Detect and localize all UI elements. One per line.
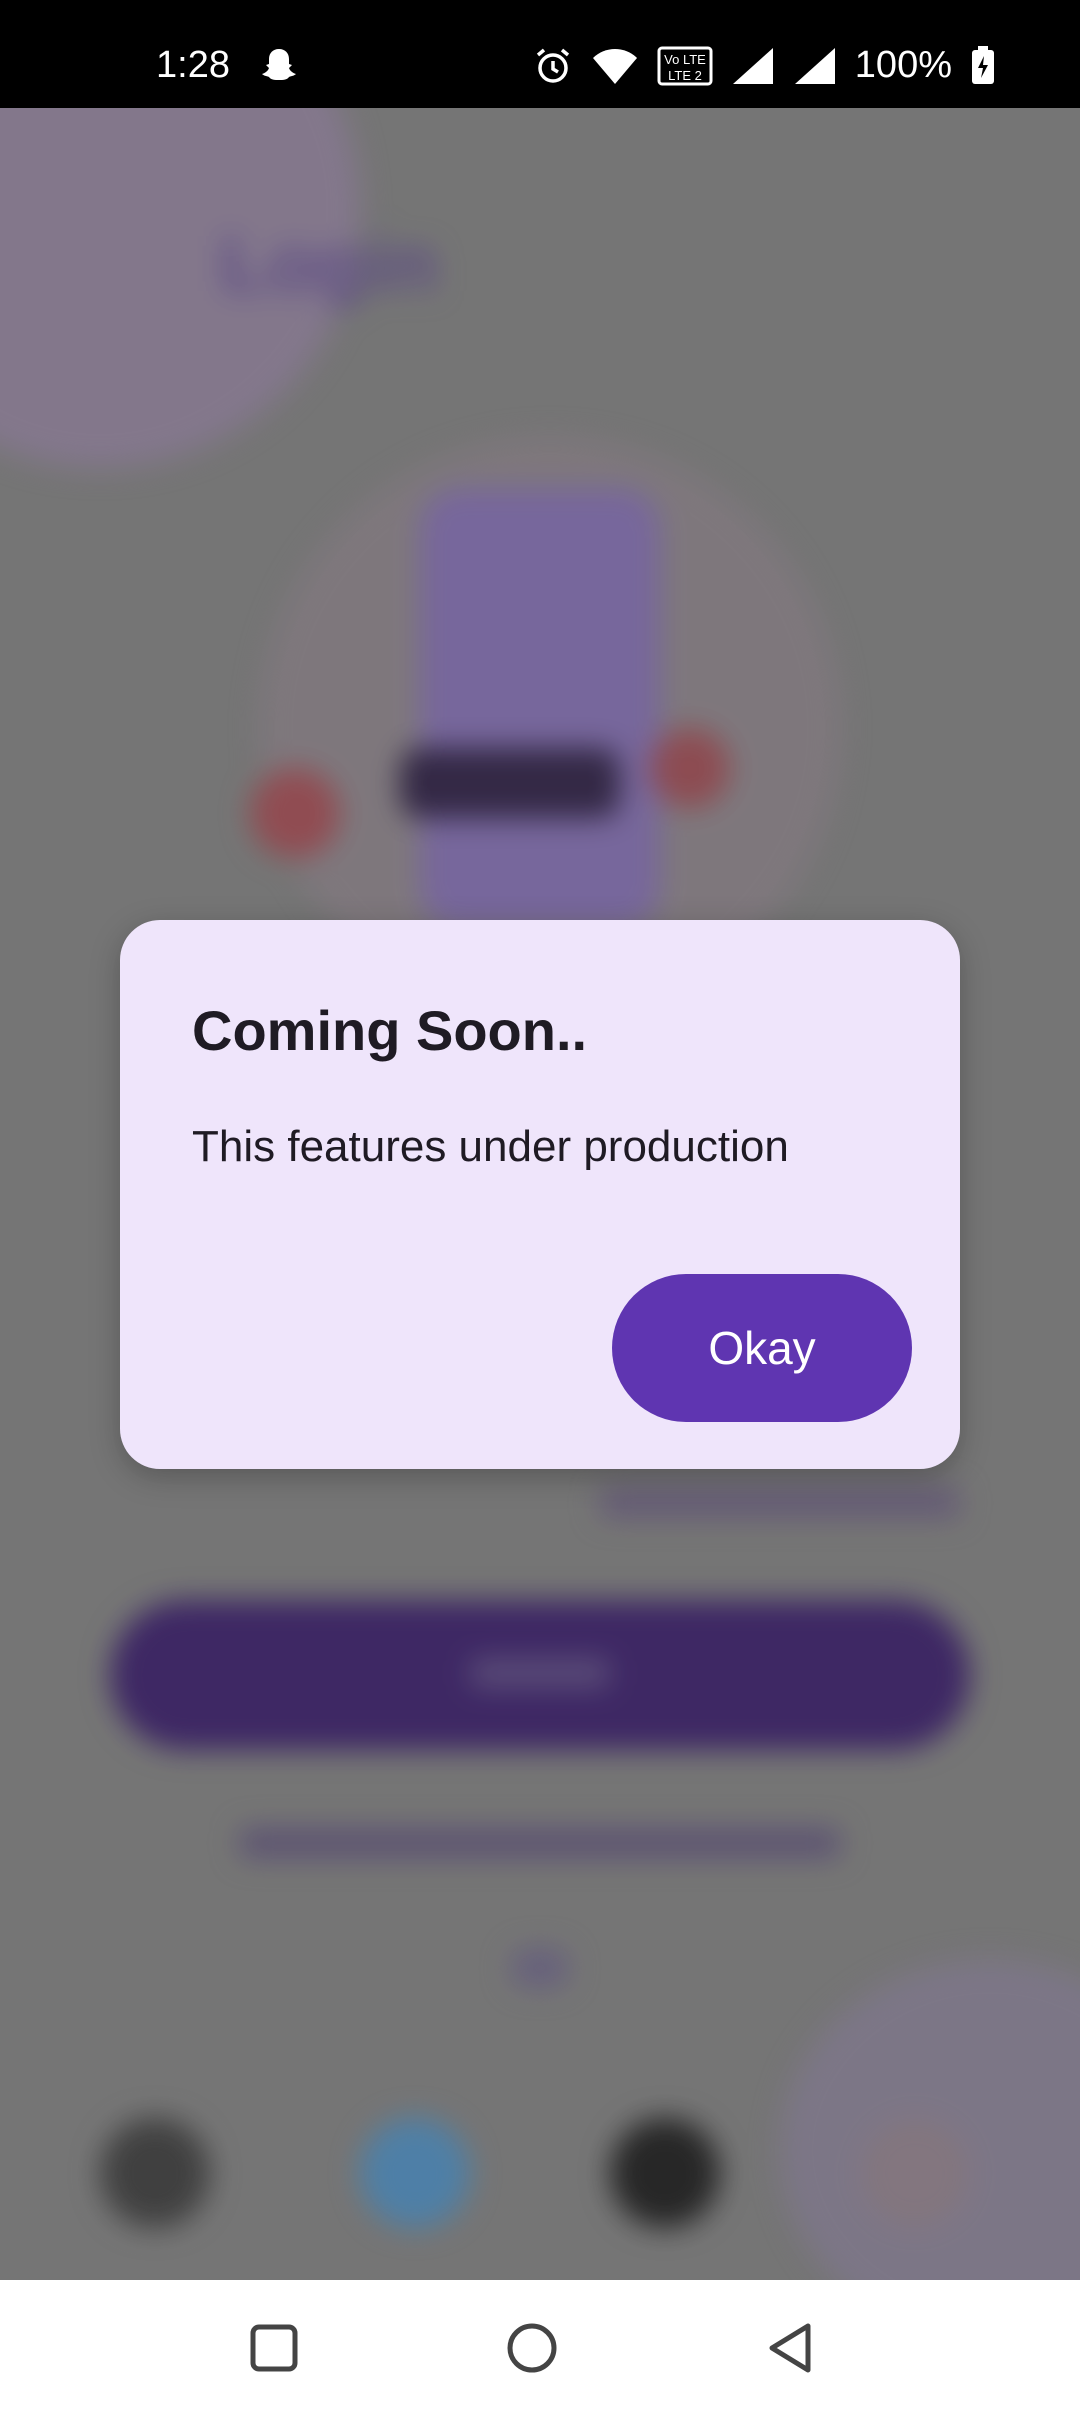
- battery-percentage: 100%: [854, 44, 952, 86]
- okay-button[interactable]: Okay: [612, 1274, 912, 1422]
- wifi-icon: [592, 48, 637, 84]
- svg-text:LTE 2: LTE 2: [668, 68, 702, 83]
- volte-icon: Vo LTE LTE 2: [657, 46, 713, 85]
- alarm-icon: [536, 48, 569, 83]
- coming-soon-dialog: Coming Soon.. This features under produc…: [120, 920, 960, 1469]
- recent-apps-icon: [250, 2324, 298, 2372]
- home-button[interactable]: [502, 2318, 562, 2378]
- navigation-bar: [0, 2280, 1080, 2412]
- clock: 1:28: [156, 44, 230, 86]
- recent-apps-button[interactable]: [244, 2318, 304, 2378]
- signal-icon: [794, 47, 835, 84]
- snapchat-icon: [262, 49, 296, 80]
- home-icon: [507, 2323, 557, 2373]
- back-icon: [769, 2323, 811, 2373]
- signal-icon: [732, 47, 773, 84]
- status-bar: 1:28 Vo LTE LTE 2 100%: [0, 0, 1080, 108]
- back-button[interactable]: [760, 2318, 820, 2378]
- battery-charging-icon: [972, 45, 994, 84]
- dialog-title: Coming Soon..: [192, 999, 588, 1062]
- svg-text:Vo LTE: Vo LTE: [664, 52, 706, 67]
- dialog-message: This features under production: [192, 1122, 789, 1171]
- status-icons: Vo LTE LTE 2 100%: [533, 44, 996, 87]
